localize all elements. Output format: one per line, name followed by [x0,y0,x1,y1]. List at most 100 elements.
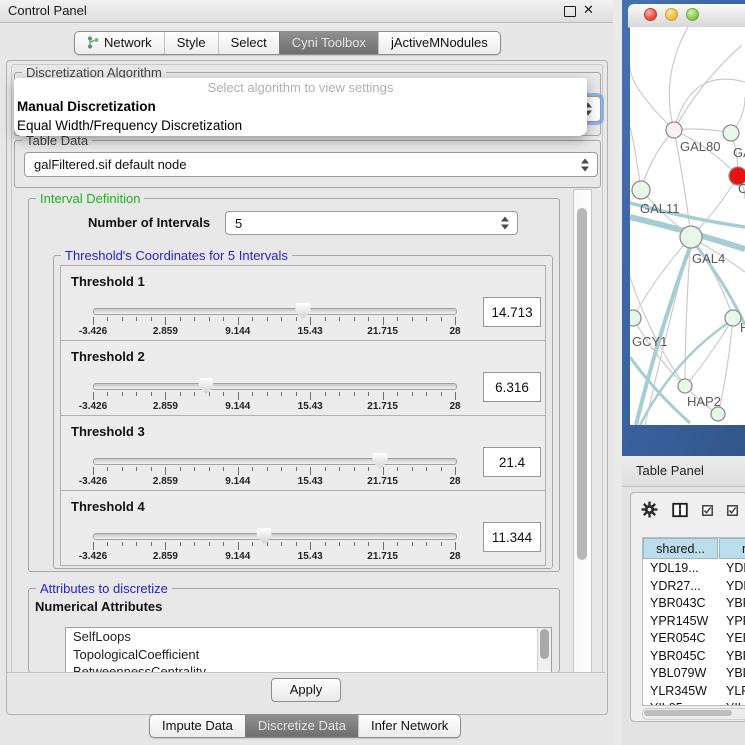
table-cell[interactable]: YLR3 [719,683,745,701]
minimize-traffic-light-icon[interactable] [665,8,678,21]
threshold-slider-track[interactable] [93,533,457,540]
table-cell[interactable]: YBL079W [643,665,725,683]
tab-style[interactable]: Style [164,32,218,54]
checkbox-icon[interactable] [727,503,738,521]
numerical-attributes-list[interactable]: SelfLoopsTopologicalCoefficientBetweenne… [65,627,552,672]
threshold-value-field[interactable]: 11.344 [483,522,541,552]
axis-label: 2.859 [153,551,178,562]
table-cell[interactable]: YLR345W [643,683,725,701]
node-table-box: shared...naYDL19...YDL1YDR27...YDR2YBR04… [630,492,745,722]
network-node-label: H [740,320,745,335]
table-cell[interactable]: YBR0 [719,648,745,666]
close-traffic-light-icon[interactable] [644,8,657,21]
tick [426,317,427,321]
network-node[interactable] [711,407,725,421]
threshold-slider-track[interactable] [93,383,457,390]
attribute-item-betweennesscentrality[interactable]: BetweennessCentrality [66,663,551,672]
table-cell[interactable]: YIL0 [719,700,745,706]
number-of-intervals-combobox[interactable]: 5 [225,211,518,235]
tick [223,467,224,471]
table-column-header-1[interactable]: shared... [643,538,718,559]
control-panel-window: Control Panel ✕ NetworkStyleSelectCyni T… [0,0,613,745]
attributes-scrollbar-thumb[interactable] [540,629,549,659]
tick [252,542,253,546]
table-cell[interactable]: YBR045C [643,648,725,666]
popup-item-manual-discretization[interactable]: Manual Discretization [14,97,587,116]
table-cell[interactable]: YDL19... [643,560,725,578]
network-node[interactable] [630,310,641,326]
network-node[interactable] [680,226,702,248]
tick [426,542,427,546]
table-column-header-2[interactable]: na [719,538,745,559]
checkbox-icon[interactable] [702,503,713,521]
table-horizontal-scrollbar[interactable] [642,708,745,720]
tick [383,467,384,475]
tick [354,467,355,471]
settings-scrollbar-thumb[interactable] [577,208,587,560]
tick [252,392,253,396]
threshold-slider-track[interactable] [93,458,457,465]
popup-item-equal-width-frequency-discretization[interactable]: Equal Width/Frequency Discretization [14,116,587,135]
threshold-value-field[interactable]: 14.713 [483,297,541,327]
tick [354,392,355,396]
table-data-combobox[interactable]: galFiltered.sif default node [24,152,598,177]
bottom-tab-infer-network[interactable]: Infer Network [358,715,460,737]
network-node[interactable] [666,122,682,138]
tick [397,317,398,321]
table-horizontal-scrollbar-thumb[interactable] [644,710,732,716]
attributes-scrollbar[interactable] [537,628,551,671]
tick [136,392,137,396]
bottom-tab-discretize-data[interactable]: Discretize Data [245,715,358,737]
table-cell[interactable]: YBR043C [643,595,725,613]
gear-icon[interactable] [641,501,658,523]
threshold-slider-track[interactable] [93,308,457,315]
network-node[interactable] [678,379,692,393]
number-of-intervals-value: 5 [235,216,242,231]
tab-jactivemnodules[interactable]: jActiveMNodules [378,32,500,54]
tick [339,542,340,546]
slider-ticks [93,317,455,326]
slider-ticks [93,467,455,476]
settings-scrollbar[interactable] [573,189,592,674]
tick [194,317,195,321]
table-cell[interactable]: YDL1 [719,560,745,578]
table-cell[interactable]: YDR2 [719,578,745,596]
float-window-icon[interactable] [564,6,576,17]
tab-label: Network [104,35,152,50]
tick [267,467,268,471]
bottom-tab-label: Discretize Data [258,718,346,733]
table-cell[interactable]: YPR1 [719,613,745,631]
table-cell[interactable]: YBL0 [719,665,745,683]
attribute-item-topologicalcoefficient[interactable]: TopologicalCoefficient [66,646,551,664]
network-node[interactable] [723,125,739,141]
apply-button[interactable]: Apply [271,678,342,702]
table-cell[interactable]: YIL05... [643,700,725,706]
close-icon[interactable]: ✕ [583,2,594,18]
tick [136,542,137,546]
split-columns-icon[interactable] [672,502,688,523]
table-cell[interactable]: YDR27... [643,578,725,596]
table-cell[interactable]: YPR145W [643,613,725,631]
network-node[interactable] [725,310,741,326]
network-canvas[interactable]: GAL80GACGAL11GAL4GCY1HHAP2 [630,27,745,425]
tick [209,542,210,546]
tick [441,317,442,321]
tick [252,317,253,321]
table-cell[interactable]: YER0 [719,630,745,648]
bottom-tab-impute-data[interactable]: Impute Data [150,715,245,737]
network-node-label: C [738,181,745,196]
threshold-value-field[interactable]: 6.316 [483,372,541,402]
tab-cyni-toolbox[interactable]: Cyni Toolbox [279,32,378,54]
network-node[interactable] [632,181,650,199]
tick [151,542,152,546]
tab-select[interactable]: Select [218,32,279,54]
zoom-traffic-light-icon[interactable] [686,8,699,21]
threshold-value-field[interactable]: 21.4 [483,447,541,477]
tab-network[interactable]: Network [75,32,164,54]
tick [238,392,239,400]
tick [238,317,239,325]
axis-label: 9.144 [225,551,250,562]
attribute-item-selfloops[interactable]: SelfLoops [66,628,551,646]
table-cell[interactable]: YER054C [643,630,725,648]
table-cell[interactable]: YBR0 [719,595,745,613]
